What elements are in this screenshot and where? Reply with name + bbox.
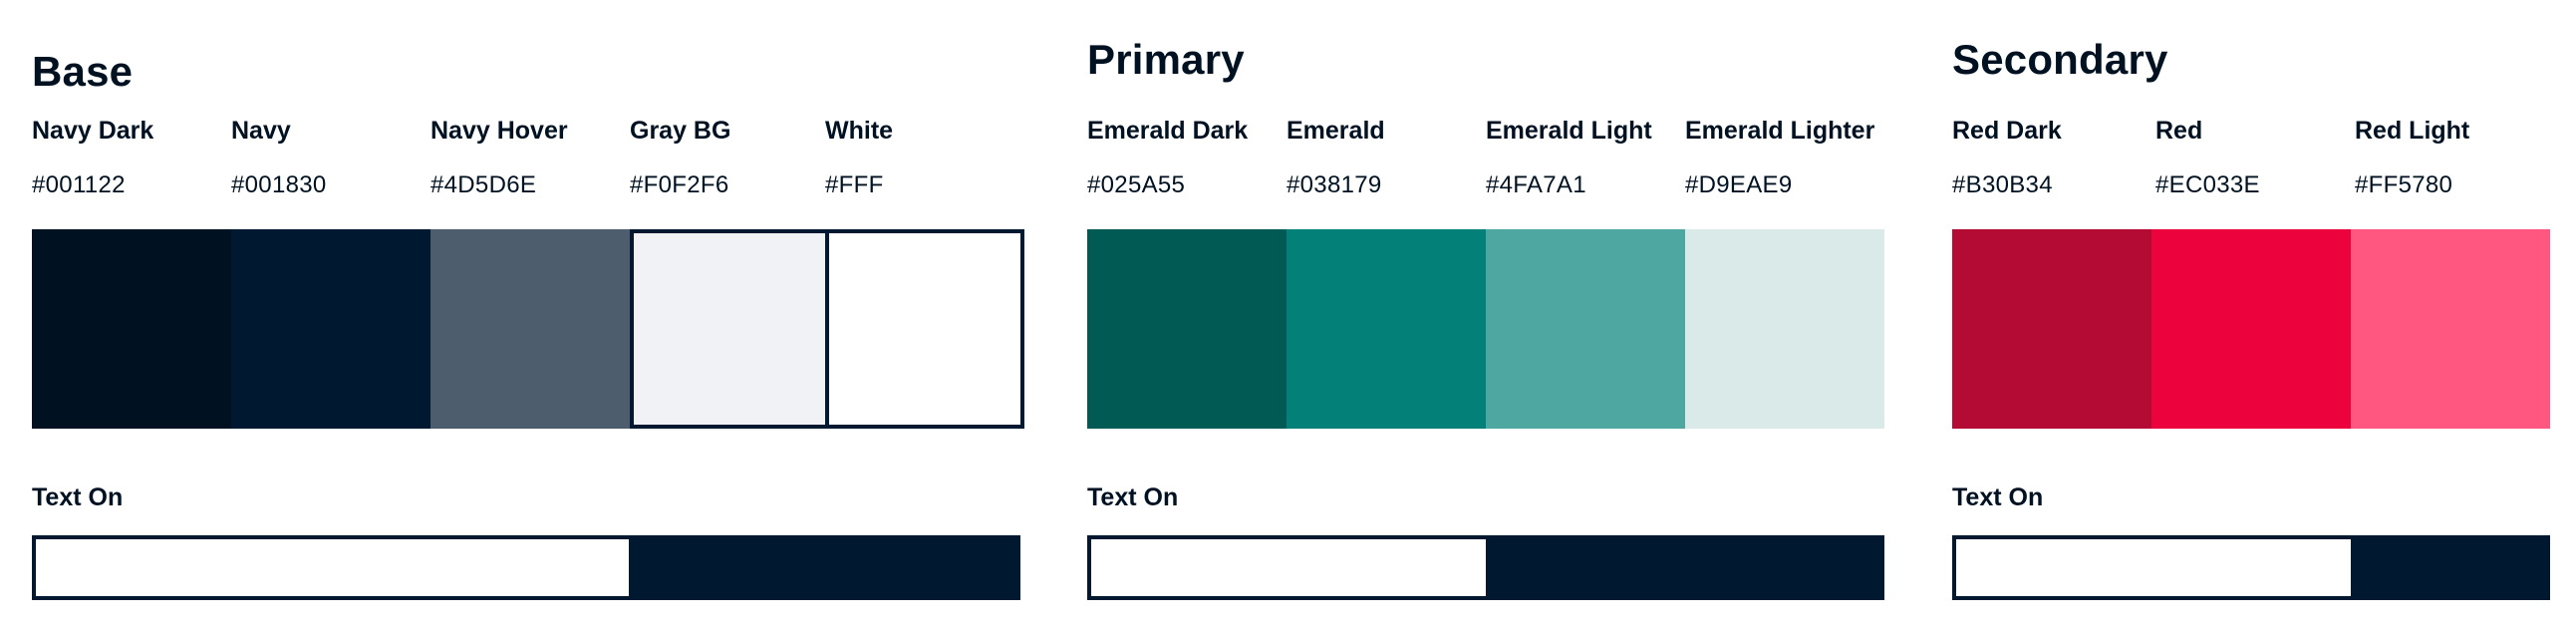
- color-name: Navy Hover: [430, 117, 568, 145]
- text-on-label: Text On: [1952, 483, 2044, 511]
- color-hex: #001122: [32, 171, 126, 198]
- text-on-label: Text On: [32, 483, 124, 511]
- text-on-bar: [32, 535, 1020, 600]
- color-hex: #D9EAE9: [1685, 171, 1793, 198]
- group-title-base: Base: [32, 48, 134, 95]
- text-on-bar: [1952, 535, 2550, 600]
- color-hex: #EC033E: [2155, 171, 2260, 198]
- color-swatch-red-dark: [1952, 229, 2151, 429]
- color-swatch-red: [2151, 229, 2351, 429]
- color-swatch-red-light: [2351, 229, 2550, 429]
- text-on-white-segment: [36, 539, 629, 596]
- color-hex: #001830: [231, 171, 327, 198]
- color-hex: #FF5780: [2355, 171, 2453, 198]
- group-title-primary: Primary: [1087, 36, 1245, 83]
- color-name: Emerald Lighter: [1685, 117, 1875, 145]
- color-swatch-emerald: [1287, 229, 1486, 429]
- color-hex: #4D5D6E: [430, 171, 537, 198]
- color-name: Navy: [231, 117, 291, 145]
- color-hex: #B30B34: [1952, 171, 2053, 198]
- text-on-label: Text On: [1087, 483, 1179, 511]
- color-hex: #F0F2F6: [630, 171, 729, 198]
- color-name: Red: [2155, 117, 2203, 145]
- color-swatch-navy-dark: [32, 229, 231, 429]
- text-on-bar: [1087, 535, 1884, 600]
- color-swatch-emerald-lighter: [1685, 229, 1884, 429]
- color-swatch-navy: [231, 229, 430, 429]
- color-hex: #4FA7A1: [1486, 171, 1586, 198]
- color-swatch-gray-bg: [630, 229, 829, 429]
- color-hex: #038179: [1287, 171, 1382, 198]
- color-name: White: [825, 117, 894, 145]
- color-name: Red Light: [2355, 117, 2470, 145]
- palette-group-base: Base Navy Dark Navy Navy Hover Gray BG W…: [32, 0, 1028, 631]
- color-name: Red Dark: [1952, 117, 2062, 145]
- color-name: Gray BG: [630, 117, 731, 145]
- color-swatch-white: [825, 229, 1024, 429]
- color-swatch-emerald-light: [1486, 229, 1685, 429]
- palette-group-secondary: Secondary Red Dark Red Red Light #B30B34…: [1952, 0, 2550, 631]
- color-name: Emerald Dark: [1087, 117, 1249, 145]
- color-name: Emerald Light: [1486, 117, 1652, 145]
- color-hex: #025A55: [1087, 171, 1186, 198]
- color-name: Navy Dark: [32, 117, 154, 145]
- text-on-white-segment: [1956, 539, 2351, 596]
- color-swatch-navy-hover: [430, 229, 630, 429]
- group-title-secondary: Secondary: [1952, 36, 2168, 83]
- color-name: Emerald: [1287, 117, 1385, 145]
- palette-group-primary: Primary Emerald Dark Emerald Emerald Lig…: [1087, 0, 1884, 631]
- text-on-white-segment: [1091, 539, 1486, 596]
- color-swatch-emerald-dark: [1087, 229, 1287, 429]
- color-hex: #FFF: [825, 171, 884, 198]
